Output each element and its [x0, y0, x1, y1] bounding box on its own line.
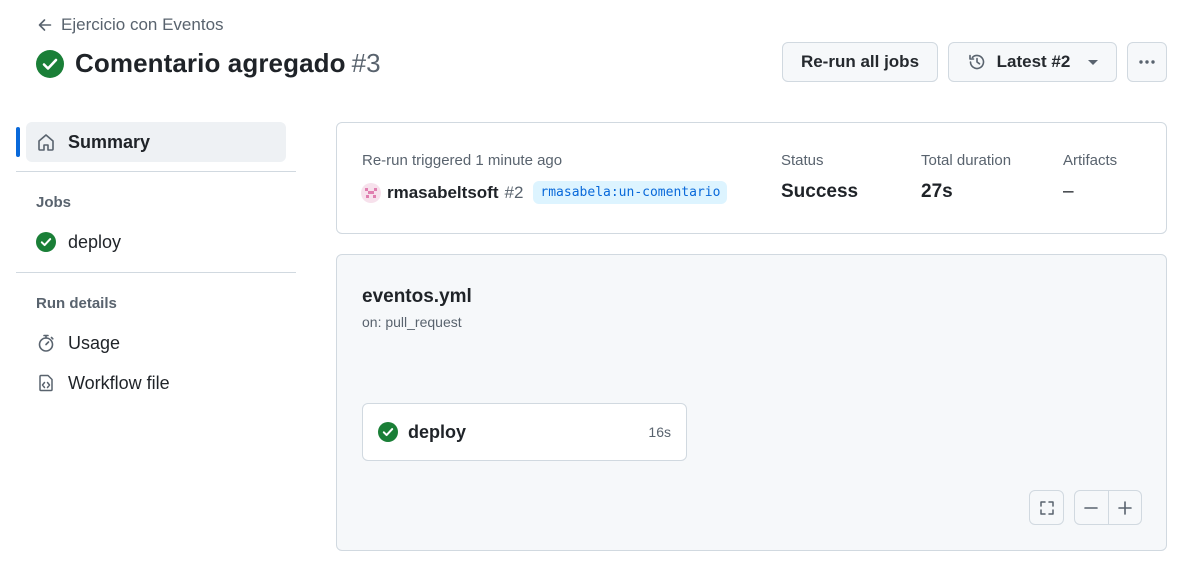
fullscreen-button[interactable]	[1029, 490, 1064, 525]
more-options-button[interactable]	[1127, 42, 1167, 82]
run-details-heading: Run details	[36, 295, 117, 312]
success-check-icon	[36, 232, 56, 252]
sidebar-divider	[16, 171, 296, 172]
workflow-trigger: on: pull_request	[362, 314, 462, 330]
run-number: #3	[351, 48, 381, 78]
sidebar-item-workflow-file[interactable]: Workflow file	[26, 363, 286, 403]
job-name: deploy	[408, 421, 467, 442]
sidebar-item-label: Workflow file	[68, 372, 170, 393]
rerun-all-jobs-label: Re-run all jobs	[800, 52, 920, 71]
plus-icon	[1117, 500, 1132, 515]
arrow-left-icon	[38, 19, 52, 31]
actor-username[interactable]: rmasabeltsoft	[387, 183, 498, 203]
latest-attempt-label: Latest #2	[996, 52, 1071, 71]
status-value: Success	[781, 181, 859, 202]
workflow-file-name: eventos.yml	[362, 286, 472, 307]
page-title-row: Comentario agregado #3	[36, 48, 381, 79]
sidebar-divider	[16, 272, 296, 273]
sidebar-item-label: deploy	[68, 231, 122, 252]
back-link-label: Ejercicio con Eventos	[61, 15, 224, 34]
stopwatch-icon	[38, 334, 54, 352]
kebab-horizontal-icon	[1139, 60, 1155, 64]
duration-value: 27s	[921, 181, 953, 202]
duration-label: Total duration	[921, 152, 1012, 169]
minus-icon	[1084, 506, 1099, 509]
run-title: Comentario agregado	[75, 48, 346, 78]
fullscreen-icon	[1039, 500, 1054, 515]
zoom-out-button[interactable]	[1075, 491, 1108, 524]
chevron-down-icon	[1088, 59, 1099, 65]
sidebar-item-label: Summary	[68, 131, 151, 152]
home-icon	[38, 134, 54, 151]
sidebar-item-summary[interactable]: Summary	[26, 122, 286, 162]
pull-request-ref[interactable]: #2	[504, 183, 523, 203]
branch-label[interactable]: rmasabela:un-comentario	[533, 181, 728, 204]
workflow-graph: eventos.yml on: pull_request deploy 16s	[336, 254, 1167, 551]
page-title: Comentario agregado #3	[75, 48, 381, 79]
sidebar-item-label: Usage	[68, 332, 121, 353]
identicon-icon	[365, 187, 377, 198]
status-label: Status	[781, 152, 824, 169]
trigger-label: Re-run triggered 1 minute ago	[362, 152, 563, 169]
success-check-icon	[36, 49, 64, 78]
file-code-icon	[39, 374, 53, 392]
latest-attempt-dropdown[interactable]: Latest #2	[948, 42, 1117, 82]
artifacts-label: Artifacts	[1063, 152, 1118, 169]
back-link[interactable]: Ejercicio con Eventos	[37, 15, 224, 35]
run-summary-card: Re-run triggered 1 minute ago rmasabelts…	[336, 122, 1167, 234]
sidebar-item-deploy[interactable]: deploy	[26, 222, 286, 262]
avatar[interactable]	[361, 182, 381, 203]
job-node-deploy[interactable]: deploy 16s	[362, 403, 687, 461]
trigger-info: rmasabeltsoft #2 rmasabela:un-comentario	[361, 181, 728, 204]
history-icon	[968, 54, 984, 70]
zoom-in-button[interactable]	[1107, 491, 1142, 524]
job-duration: 16s	[648, 424, 671, 440]
zoom-controls	[1074, 490, 1142, 525]
active-indicator	[16, 127, 20, 157]
success-check-icon	[378, 422, 398, 442]
jobs-heading: Jobs	[36, 194, 72, 211]
artifacts-value: –	[1063, 181, 1074, 202]
rerun-all-jobs-button[interactable]: Re-run all jobs	[782, 42, 938, 82]
sidebar-item-usage[interactable]: Usage	[26, 323, 286, 363]
